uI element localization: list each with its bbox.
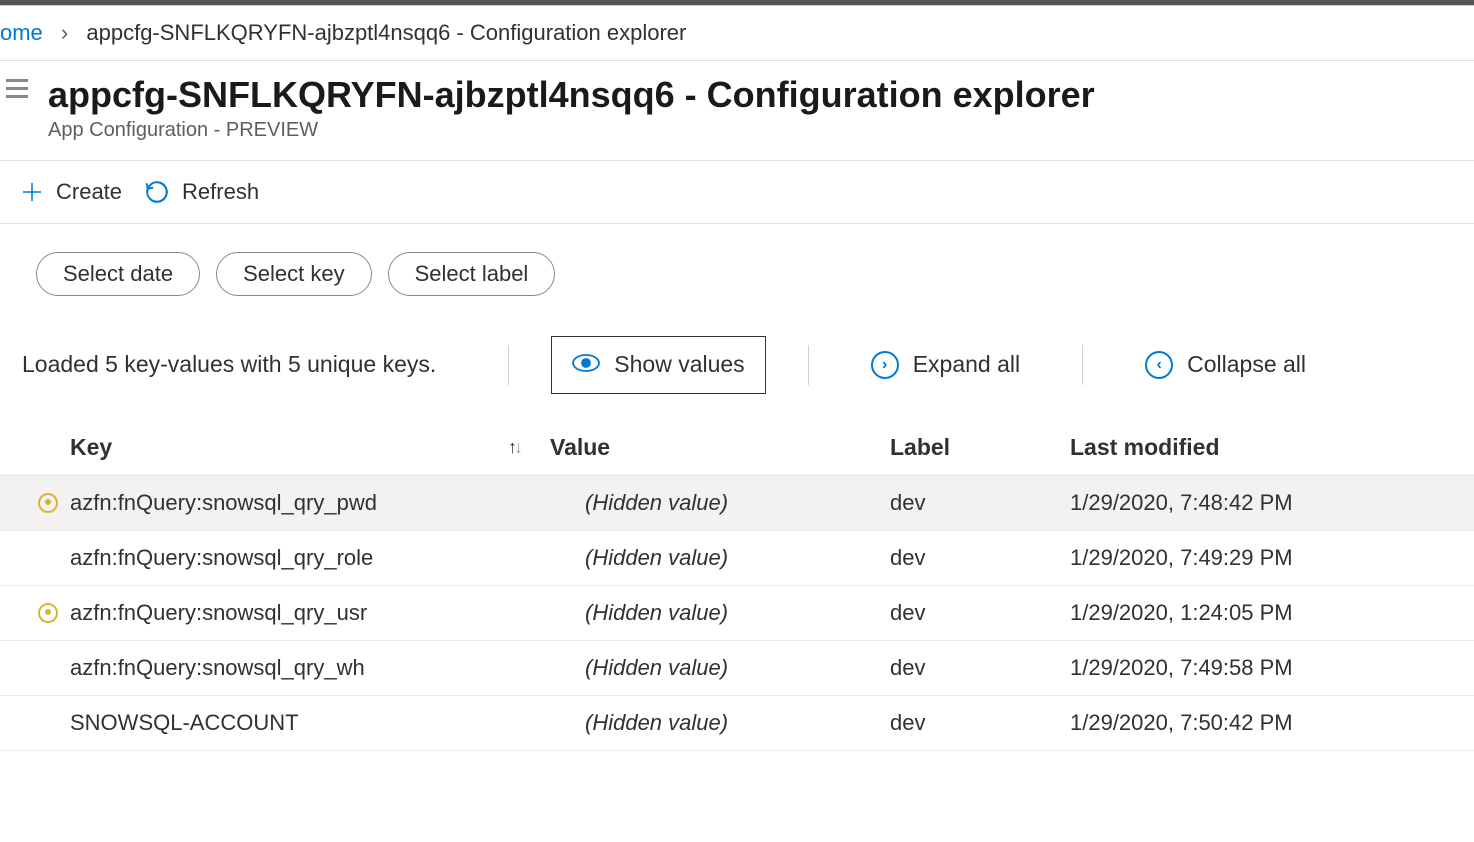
refresh-icon [144,179,170,205]
toolbar: Create Refresh [0,161,1474,224]
show-values-button[interactable]: Show values [551,336,765,394]
cell-value: (Hidden value) [550,490,890,516]
table-row[interactable]: azfn:fnQuery:snowsql_qry_usr(Hidden valu… [0,586,1474,641]
cell-label: dev [890,545,1070,571]
column-key[interactable]: Key ↑↓ [70,434,550,461]
keyvalue-table: Key ↑↓ Value Label Last modified azfn:fn… [0,420,1474,751]
refresh-button[interactable]: Refresh [144,179,259,205]
breadcrumb-separator: › [61,20,68,45]
expand-all-label: Expand all [913,351,1020,378]
chevron-left-icon: ‹ [1145,351,1173,379]
breadcrumb-home-link[interactable]: ome [0,20,43,45]
cell-key: azfn:fnQuery:snowsql_qry_usr [70,600,550,626]
cell-modified: 1/29/2020, 7:49:58 PM [1070,655,1474,681]
cell-key: azfn:fnQuery:snowsql_qry_wh [70,655,550,681]
eye-icon [572,351,600,379]
page-subtitle: App Configuration - PREVIEW [48,119,1095,142]
show-values-label: Show values [614,351,744,378]
cell-value: (Hidden value) [550,655,890,681]
sort-icon[interactable]: ↑↓ [508,437,520,458]
cell-key: azfn:fnQuery:snowsql_qry_role [70,545,550,571]
cell-label: dev [890,655,1070,681]
status-row: Loaded 5 key-values with 5 unique keys. … [0,308,1474,404]
divider [808,345,809,385]
expand-all-button[interactable]: › Expand all [851,337,1040,393]
cell-modified: 1/29/2020, 1:24:05 PM [1070,600,1474,626]
cell-value: (Hidden value) [550,710,890,736]
create-button[interactable]: Create [20,179,122,205]
column-value[interactable]: Value [550,434,890,461]
keyvault-icon [38,493,58,513]
cell-modified: 1/29/2020, 7:49:29 PM [1070,545,1474,571]
breadcrumb-current: appcfg-SNFLKQRYFN-ajbzptl4nsqq6 - Config… [86,20,686,45]
chevron-right-icon: › [871,351,899,379]
cell-key: azfn:fnQuery:snowsql_qry_pwd [70,490,550,516]
filter-row: Select date Select key Select label [0,224,1474,308]
table-row[interactable]: azfn:fnQuery:snowsql_qry_role(Hidden val… [0,531,1474,586]
cell-value: (Hidden value) [550,600,890,626]
cell-key: SNOWSQL-ACCOUNT [70,710,550,736]
status-text: Loaded 5 key-values with 5 unique keys. [22,351,436,378]
column-modified[interactable]: Last modified [1070,434,1474,461]
divider [1082,345,1083,385]
table-row[interactable]: azfn:fnQuery:snowsql_qry_pwd(Hidden valu… [0,476,1474,531]
table-row[interactable]: SNOWSQL-ACCOUNT(Hidden value)dev1/29/202… [0,696,1474,751]
table-header: Key ↑↓ Value Label Last modified [0,420,1474,476]
collapse-all-label: Collapse all [1187,351,1306,378]
page-header: appcfg-SNFLKQRYFN-ajbzptl4nsqq6 - Config… [0,61,1474,161]
divider [508,345,509,385]
plus-icon [20,180,44,204]
select-key-filter[interactable]: Select key [216,252,372,296]
menu-icon[interactable] [6,79,34,98]
cell-label: dev [890,710,1070,736]
page-title: appcfg-SNFLKQRYFN-ajbzptl4nsqq6 - Config… [48,75,1095,115]
cell-modified: 1/29/2020, 7:50:42 PM [1070,710,1474,736]
column-label[interactable]: Label [890,434,1070,461]
refresh-label: Refresh [182,179,259,205]
keyvault-icon [38,603,58,623]
create-label: Create [56,179,122,205]
select-date-filter[interactable]: Select date [36,252,200,296]
table-row[interactable]: azfn:fnQuery:snowsql_qry_wh(Hidden value… [0,641,1474,696]
cell-label: dev [890,600,1070,626]
breadcrumb: ome › appcfg-SNFLKQRYFN-ajbzptl4nsqq6 - … [0,6,1474,61]
collapse-all-button[interactable]: ‹ Collapse all [1125,337,1326,393]
cell-modified: 1/29/2020, 7:48:42 PM [1070,490,1474,516]
cell-label: dev [890,490,1070,516]
select-label-filter[interactable]: Select label [388,252,556,296]
cell-value: (Hidden value) [550,545,890,571]
